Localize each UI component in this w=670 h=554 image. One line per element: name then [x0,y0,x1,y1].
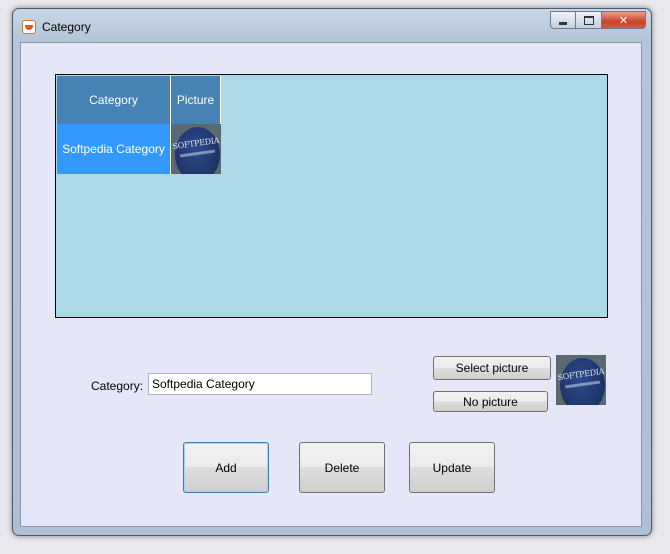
cell-picture-thumbnail[interactable]: SOFTPEDIA [171,124,221,174]
category-input[interactable] [148,373,372,395]
window-title: Category [42,20,91,34]
add-button[interactable]: Add [183,442,269,493]
caption-buttons: ✕ [550,11,646,31]
column-header-picture[interactable]: Picture [171,76,221,124]
close-button[interactable]: ✕ [602,11,646,29]
update-button[interactable]: Update [409,442,495,493]
select-picture-button[interactable]: Select picture [433,356,551,380]
category-label: Category: [91,379,144,393]
maximize-icon [583,15,594,25]
title-bar[interactable]: Category ✕ [13,9,651,43]
table-row[interactable]: Softpedia Category SOFTPEDIA [57,124,221,174]
cell-category[interactable]: Softpedia Category [57,124,171,174]
app-icon[interactable] [22,20,36,34]
maximize-button[interactable] [576,11,602,29]
picture-preview: SOFTPEDIA [556,355,606,405]
category-grid[interactable]: Category Picture Softpedia Category SOFT… [55,74,608,318]
minimize-icon [559,21,567,25]
category-window: Category ✕ Category Picture Softpedia Ca… [12,8,652,536]
delete-button[interactable]: Delete [299,442,385,493]
column-header-category[interactable]: Category [57,76,171,124]
client-area: Category Picture Softpedia Category SOFT… [20,42,642,527]
close-icon: ✕ [618,14,629,27]
no-picture-button[interactable]: No picture [433,391,548,412]
minimize-button[interactable] [550,11,576,29]
